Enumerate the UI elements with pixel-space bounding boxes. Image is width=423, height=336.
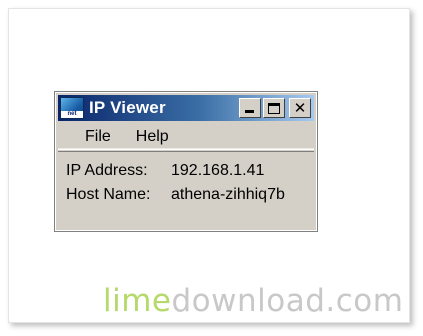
host-name-row: Host Name: athena-zihhiq7b	[66, 186, 285, 204]
host-name-label: Host Name:	[66, 186, 151, 203]
watermark-domain: download.com	[171, 283, 404, 319]
close-icon: ✕	[293, 98, 307, 117]
watermark: limedownload.com	[103, 283, 403, 319]
app-icon-label: net	[61, 111, 83, 118]
window-title: IP Viewer	[89, 98, 166, 117]
title-bar[interactable]: net IP Viewer ✕	[58, 95, 314, 121]
close-button[interactable]: ✕	[289, 98, 311, 118]
info-panel: IP Address: 192.168.1.41 Host Name: athe…	[58, 151, 314, 227]
menu-file[interactable]: File	[85, 126, 111, 148]
watermark-lime: lime	[103, 283, 172, 319]
ip-viewer-window: net IP Viewer ✕ File Help IP Address: 19…	[54, 91, 318, 232]
menu-bar: File Help	[58, 124, 314, 150]
ip-address-row: IP Address: 192.168.1.41	[66, 162, 264, 180]
title-buttons: ✕	[239, 98, 311, 118]
network-computer-icon: net	[60, 97, 84, 119]
ip-address-value: 192.168.1.41	[171, 162, 265, 179]
minimize-icon	[245, 110, 254, 113]
maximize-button[interactable]	[263, 98, 285, 118]
host-name-value: athena-zihhiq7b	[171, 186, 285, 203]
menu-help[interactable]: Help	[136, 126, 169, 148]
minimize-button[interactable]	[239, 98, 261, 118]
ip-address-label: IP Address:	[66, 162, 148, 179]
maximize-icon	[268, 102, 280, 114]
